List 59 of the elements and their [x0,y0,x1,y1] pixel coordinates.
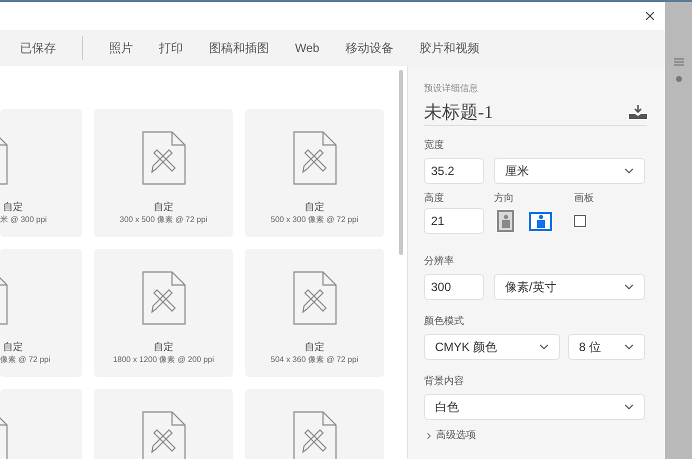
field-label: 宽度 [424,140,444,151]
input-field[interactable]: 35.2 [424,158,484,184]
portrait-orientation-button[interactable] [497,210,514,232]
document-pencil-ruler-icon [142,411,186,459]
input-field[interactable]: 300 [424,274,484,300]
document-pencil-ruler-icon [292,411,336,459]
preset-card[interactable]: 自定 500 x 300 像素 @ 72 ppi [245,109,384,237]
field-label: 方向 [494,192,515,206]
menu-icon[interactable] [674,58,684,66]
preset-size: 504 x 360 像素 @ 72 ppi [270,354,358,366]
panel-heading: 预设详细信息 [424,82,479,95]
landscape-orientation-button[interactable] [529,212,552,230]
preset-title: 自定 [2,341,23,354]
preset-size: 500 x 300 像素 @ 72 ppi [270,214,358,226]
close-icon [643,9,657,23]
preset-card[interactable]: 自定 504 x 360 像素 @ 72 ppi [245,249,384,377]
document-pencil-ruler-icon [292,131,336,185]
preset-title: 自定 [304,201,324,214]
scrollbar-thumb[interactable] [399,70,404,255]
preset-card[interactable]: 自定 1800 x 1200 像素 @ 200 ppi [94,249,233,377]
category-tab[interactable]: 已保存 [20,39,56,57]
preset-size: 1800 x 1200 像素 @ 200 ppi [112,354,214,366]
category-tab[interactable]: Web [295,39,320,57]
preset-size: 300 x 500 像素 @ 72 ppi [120,214,208,226]
preset-title: 自定 [154,201,174,214]
category-tab[interactable]: 打印 [159,39,183,57]
field-label: 画板 [574,192,594,206]
document-pencil-ruler-icon [142,131,186,185]
document-pencil-ruler-icon [142,271,186,325]
preset-title: 自定 [154,341,174,354]
category-tab[interactable]: 胶片和视频 [419,39,480,57]
dropdown[interactable]: 像素/英寸 [494,274,645,300]
field-label: 颜色模式 [424,316,464,327]
input-field[interactable]: 21 [424,208,484,234]
preset-title: 自定 [2,201,23,214]
field-label: 高度 [424,192,445,206]
preset-card[interactable]: 自定 像素 @ 72 ppi [0,249,82,377]
field-label: 分辨率 [424,256,454,267]
category-tab[interactable]: 移动设备 [345,39,394,57]
artboard-checkbox[interactable] [574,215,586,227]
dropdown[interactable]: CMYK 颜色 [424,334,560,360]
dropdown[interactable]: 8 位 [568,334,645,360]
person-icon [500,214,510,228]
document-pencil-ruler-icon [292,271,336,325]
preset-card[interactable]: 自定 米 @ 300 ppi [0,109,82,237]
category-tab[interactable]: 照片 [109,39,133,57]
dropdown[interactable]: 厘米 [494,158,645,184]
download-icon[interactable] [629,105,647,119]
preset-title: 自定 [304,341,324,354]
field-label: 背景内容 [424,376,464,387]
dot-icon [676,76,682,82]
preset-size: 像素 @ 72 ppi [0,354,50,366]
preset-card[interactable]: 自定 300 x 500 像素 @ 72 ppi [94,109,233,237]
category-tab[interactable]: 图稿和插图 [209,39,269,57]
person-icon [536,214,546,228]
preset-size: 米 @ 300 ppi [0,214,47,226]
dropdown[interactable]: 白色 [424,394,645,420]
document-name: 未标题-1 [424,101,493,123]
advanced-options-toggle[interactable]: 高级选项 [424,428,645,443]
